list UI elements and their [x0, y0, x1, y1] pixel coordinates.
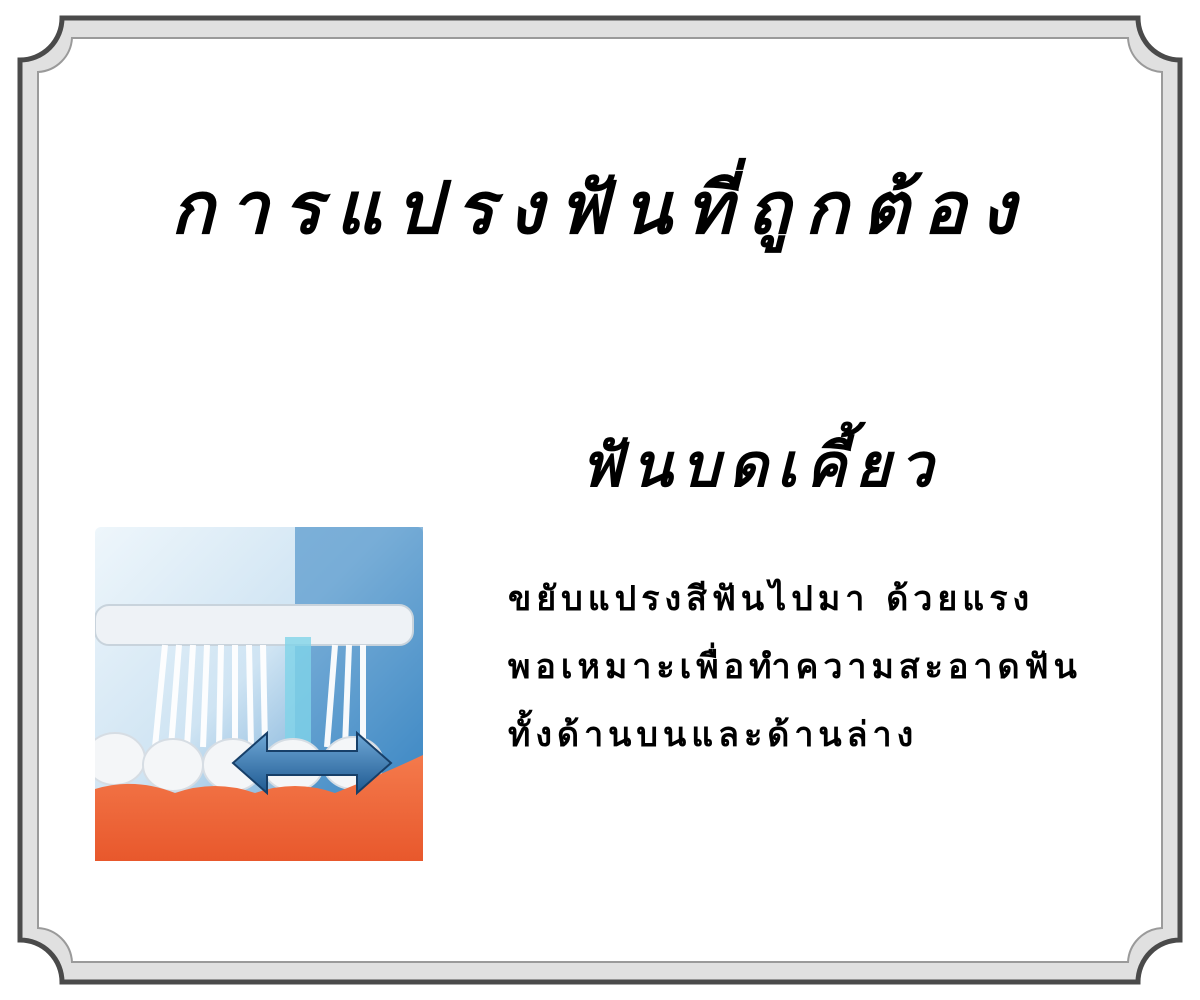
- instruction-line: ทั้งด้านบนและด้านล่าง: [508, 715, 919, 755]
- instruction-line: ขยับแปรงสีฟันไปมา ด้วยแรง: [508, 579, 1035, 619]
- toothbrush-illustration: [95, 527, 423, 861]
- instruction-text: ขยับแปรงสีฟันไปมา ด้วยแรง พอเหมาะเพื่อทำ…: [508, 565, 1168, 769]
- section-subtitle: ฟันบดเคี้ยว: [580, 431, 943, 501]
- instruction-line: พอเหมาะเพื่อทำความสะอาดฟัน: [508, 647, 1082, 687]
- page-title: การแปรงฟันที่ถูกต้อง: [170, 166, 1030, 250]
